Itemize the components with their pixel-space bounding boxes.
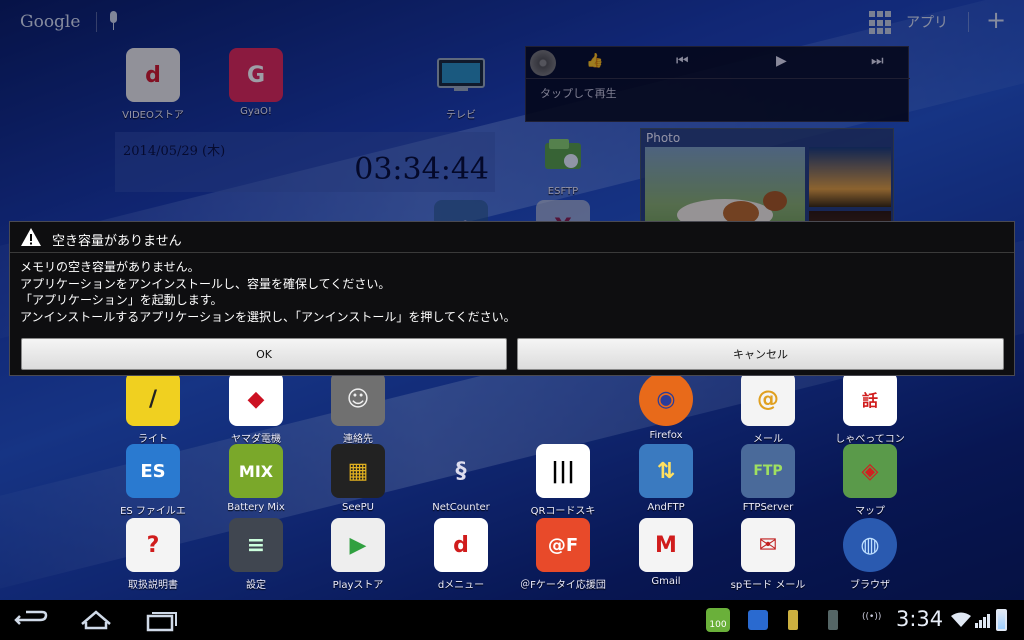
- app-label: Firefox: [649, 430, 683, 441]
- app-browser[interactable]: ◍ ブラウザ: [820, 518, 920, 598]
- app-label: QRコードスキ: [530, 506, 596, 517]
- sync-notification-icon[interactable]: [748, 610, 768, 630]
- device-notification-icon[interactable]: [828, 610, 838, 630]
- dmenu-icon: d: [434, 518, 488, 572]
- app-contacts[interactable]: ☺ 連絡先: [308, 372, 408, 452]
- wifi-icon: [951, 612, 971, 627]
- home-icon[interactable]: [76, 608, 116, 632]
- sp-mail-icon: ✉: [741, 518, 795, 572]
- app-ftpserver[interactable]: FTP FTPServer: [718, 444, 818, 524]
- seepu-icon: ▦: [331, 444, 385, 498]
- app-firefox[interactable]: ◉ Firefox: [616, 372, 716, 452]
- dialog-title-bar: 空き容量がありません: [10, 222, 1014, 252]
- app-mail[interactable]: @ メール: [718, 372, 818, 452]
- app-andftp[interactable]: ⇅ AndFTP: [616, 444, 716, 524]
- manual-icon: ?: [126, 518, 180, 572]
- battery-mix-icon: MIX: [229, 444, 283, 498]
- app-dmenu[interactable]: d dメニュー: [411, 518, 511, 598]
- app-label: 連絡先: [343, 434, 373, 445]
- browser-icon: ◍: [843, 518, 897, 572]
- signal-strength-icon: ((•)): [862, 612, 882, 622]
- app-label: spモード メール: [730, 580, 806, 591]
- dialog-message-line: アンインストールするアプリケーションを選択し、「アンインストール」を押してくださ…: [20, 309, 516, 324]
- app-battery-mix[interactable]: MIX Battery Mix: [206, 444, 306, 524]
- contacts-icon: ☺: [331, 372, 385, 426]
- app-label: ES ファイルエ: [120, 506, 186, 517]
- cancel-button[interactable]: キャンセル: [517, 338, 1004, 370]
- app-manual[interactable]: ? 取扱説明書: [103, 518, 203, 598]
- app-label: ライト: [138, 434, 168, 445]
- es-file-icon: ES: [126, 444, 180, 498]
- ftpserver-icon: FTP: [741, 444, 795, 498]
- app-label: SeePU: [341, 502, 374, 513]
- app-es-file[interactable]: ES ES ファイルエ: [103, 444, 203, 524]
- app-label: ヤマダ電機: [231, 434, 281, 445]
- app-light[interactable]: / ライト: [103, 372, 203, 452]
- app-label: FTPServer: [742, 502, 794, 513]
- recent-apps-icon[interactable]: [142, 608, 182, 632]
- qr-scanner-icon: |||: [536, 444, 590, 498]
- cell-signal-icon: [975, 614, 990, 628]
- app-label: AndFTP: [647, 502, 685, 513]
- app-settings[interactable]: ≡ 設定: [206, 518, 306, 598]
- warning-icon: [21, 228, 41, 246]
- app-label: しゃべってコン: [835, 434, 905, 445]
- app-playstore[interactable]: ▶ Playストア: [308, 518, 408, 598]
- settings-icon: ≡: [229, 518, 283, 572]
- at-f-icon: @F: [536, 518, 590, 572]
- app-label: Playストア: [332, 580, 384, 591]
- app-label: ブラウザ: [850, 580, 890, 591]
- firefox-icon: ◉: [639, 372, 693, 426]
- app-label: dメニュー: [437, 580, 485, 591]
- status-clock[interactable]: 3:34: [896, 607, 943, 631]
- dialog-message: メモリの空き容量がありません。 アプリケーションをアンインストールし、容量を確保…: [20, 259, 516, 325]
- app-label: 設定: [246, 580, 266, 591]
- back-icon[interactable]: [12, 608, 52, 632]
- shabette-icon: 話: [843, 372, 897, 426]
- ok-button[interactable]: OK: [21, 338, 507, 370]
- light-icon: /: [126, 372, 180, 426]
- app-spmail[interactable]: ✉ spモード メール: [718, 518, 818, 598]
- sd-card-notification-icon[interactable]: [788, 610, 798, 630]
- app-qr[interactable]: ||| QRコードスキ: [513, 444, 613, 524]
- netcounter-icon: §: [455, 458, 467, 484]
- dialog-message-line: 「アプリケーション」を起動します。: [20, 293, 223, 307]
- andftp-icon: ⇅: [639, 444, 693, 498]
- app-label: Gmail: [651, 576, 681, 587]
- dialog-divider: [10, 252, 1014, 253]
- app-label: メール: [753, 434, 783, 445]
- app-yamato[interactable]: ◆ ヤマダ電機: [206, 372, 306, 452]
- app-label: Battery Mix: [227, 502, 285, 513]
- battery-app-notification-icon[interactable]: 100: [706, 608, 730, 632]
- maps-icon: ◈: [843, 444, 897, 498]
- system-bar: 100 ((•)) 3:34: [0, 600, 1024, 640]
- app-label: 取扱説明書: [128, 580, 178, 591]
- battery-icon: [996, 609, 1007, 631]
- app-label: NetCounter: [432, 502, 490, 513]
- dialog-message-line: アプリケーションをアンインストールし、容量を確保してください。: [20, 276, 391, 291]
- dialog-title: 空き容量がありません: [52, 234, 182, 249]
- yamada-icon: ◆: [229, 372, 283, 426]
- dialog-message-line: メモリの空き容量がありません。: [20, 260, 200, 274]
- app-maps[interactable]: ◈ マップ: [820, 444, 920, 524]
- app-shabette[interactable]: 話しゃべってコン: [820, 372, 920, 452]
- app-gmail[interactable]: M Gmail: [616, 518, 716, 598]
- app-seepu[interactable]: ▦ SeePU: [308, 444, 408, 524]
- app-netcounter[interactable]: § NetCounter: [411, 444, 511, 524]
- app-label: ＠Fケータイ応援団: [520, 580, 606, 591]
- app-at-f[interactable]: @F ＠Fケータイ応援団: [513, 518, 613, 598]
- app-label: マップ: [855, 506, 885, 517]
- play-store-icon: ▶: [331, 518, 385, 572]
- gmail-icon: M: [639, 518, 693, 572]
- mail-icon: @: [741, 372, 795, 426]
- storage-full-dialog: 空き容量がありません メモリの空き容量がありません。 アプリケーションをアンイン…: [9, 221, 1015, 376]
